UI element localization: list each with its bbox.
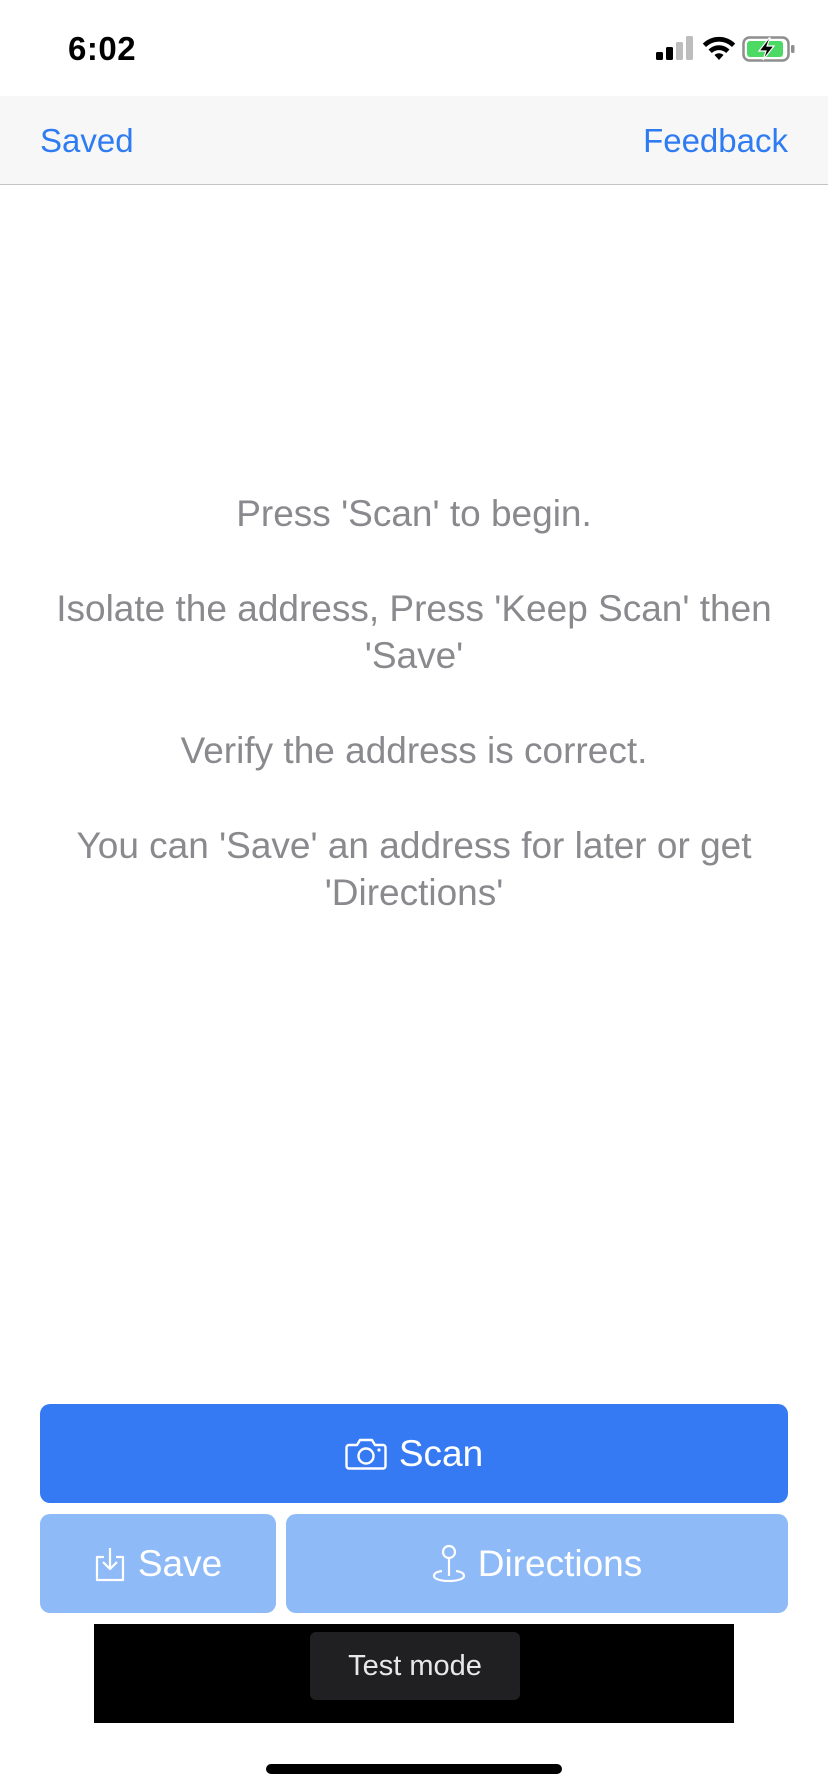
status-time: 6:02	[68, 30, 137, 67]
ad-banner[interactable]: Test mode	[94, 1624, 734, 1723]
directions-button[interactable]: Directions	[286, 1514, 788, 1613]
instruction-step-4: You can 'Save' an address for later or g…	[76, 825, 752, 913]
test-mode-badge: Test mode	[310, 1632, 520, 1700]
instruction-step-1: Press 'Scan' to begin.	[236, 493, 592, 534]
status-bar: 6:02	[0, 0, 828, 96]
instruction-step-2: Isolate the address, Press 'Keep Scan' t…	[56, 588, 772, 676]
home-indicator[interactable]	[266, 1764, 562, 1774]
instructions: Press 'Scan' to begin. Isolate the addre…	[40, 490, 788, 964]
scan-label: Scan	[398, 1432, 484, 1474]
directions-label: Directions	[477, 1542, 643, 1584]
download-icon	[94, 1545, 126, 1583]
save-label: Save	[137, 1542, 223, 1584]
scan-button[interactable]: Scan	[40, 1404, 788, 1503]
wifi-icon	[702, 36, 736, 60]
location-pin-icon	[432, 1544, 466, 1584]
instruction-step-3: Verify the address is correct.	[180, 730, 648, 771]
saved-button[interactable]: Saved	[40, 122, 134, 160]
camera-icon	[345, 1437, 387, 1471]
signal-icon	[656, 36, 693, 60]
feedback-button[interactable]: Feedback	[643, 122, 788, 160]
save-button[interactable]: Save	[40, 1514, 276, 1613]
nav-bar: Saved Feedback	[0, 96, 828, 185]
battery-charging-icon	[742, 36, 795, 62]
